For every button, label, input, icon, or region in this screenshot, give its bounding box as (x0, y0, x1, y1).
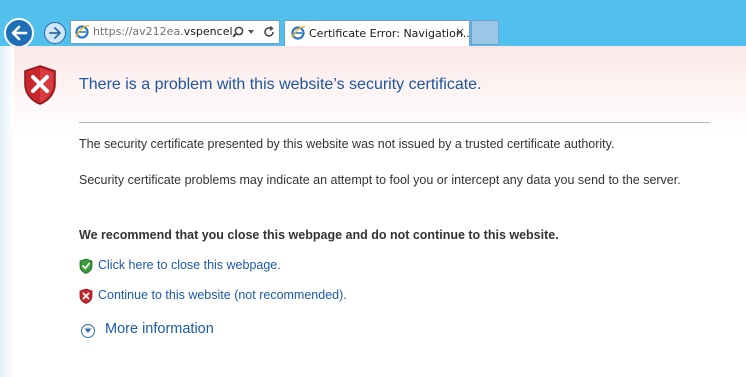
divider (79, 122, 710, 123)
new-tab-button[interactable] (471, 20, 499, 45)
refresh-icon[interactable] (262, 25, 276, 39)
url-prefix: https://av212ea. (93, 25, 184, 38)
page-title: There is a problem with this website’s s… (79, 76, 482, 93)
left-gradient (0, 46, 14, 377)
shield-error-icon (24, 65, 56, 105)
recommendation-text: We recommend that you close this webpage… (79, 228, 559, 242)
continue-website-link[interactable]: Continue to this website (not recommende… (98, 288, 347, 302)
chevron-down-icon (84, 328, 92, 333)
certificate-error-page: There is a problem with this website’s s… (0, 46, 746, 377)
tab-certificate-error[interactable]: Certificate Error: Navigation... × (284, 20, 474, 46)
tab-title: Certificate Error: Navigation... (309, 27, 474, 40)
shield-error-icon (79, 288, 93, 304)
shield-check-icon (79, 258, 93, 274)
close-webpage-link[interactable]: Click here to close this webpage. (98, 258, 281, 272)
back-button[interactable] (4, 18, 34, 48)
ie-icon (291, 26, 306, 40)
address-bar[interactable]: https://av212ea.vspencel... (70, 20, 280, 44)
forward-button[interactable] (44, 22, 66, 44)
ie-icon (75, 25, 90, 39)
browser-toolbar: https://av212ea.vspencel... Certificate … (0, 0, 746, 48)
chevron-down-icon[interactable] (248, 30, 254, 34)
chevron-down-circle-icon[interactable] (81, 324, 95, 338)
arrow-left-icon (11, 25, 28, 41)
description-untrusted-authority: The security certificate presented by th… (79, 137, 615, 151)
more-information-link[interactable]: More information (105, 321, 214, 337)
tab-close-icon[interactable]: × (455, 25, 465, 39)
search-icon[interactable] (231, 25, 245, 39)
description-security-risk: Security certificate problems may indica… (79, 173, 681, 187)
url-text[interactable]: https://av212ea.vspencel... (93, 25, 243, 38)
arrow-right-icon (49, 27, 61, 39)
